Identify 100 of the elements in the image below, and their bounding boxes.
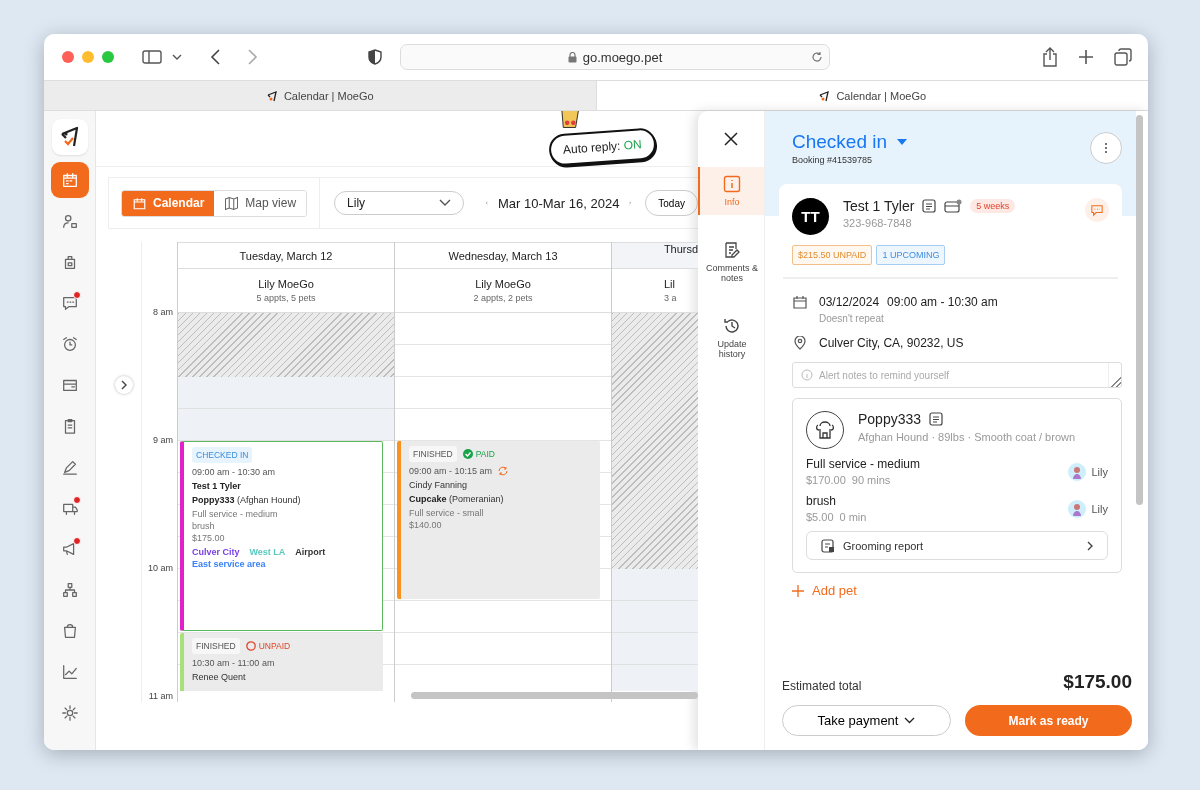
pet-name[interactable]: Poppy333 (858, 411, 922, 427)
chat-icon (1091, 203, 1103, 217)
hour-label: 11 am (148, 691, 173, 701)
status-tag: FINISHED (409, 446, 457, 462)
service-name: Full service - small (409, 508, 485, 518)
client-tag: $215.50 UNPAID (792, 245, 873, 265)
staff-name: Lily MoeGo (258, 278, 314, 290)
check-circle-icon (462, 449, 473, 459)
chevron-down-icon[interactable] (172, 53, 182, 61)
circle-icon (245, 641, 256, 651)
hour-label: 9 am (153, 435, 173, 445)
message-button[interactable] (1085, 198, 1109, 222)
booking-number: Booking #41539785 (792, 155, 874, 165)
close-window-button[interactable] (62, 51, 74, 63)
sidebar-item[interactable] (50, 162, 89, 198)
panel-tab[interactable]: Update history (698, 309, 764, 367)
appointment-time: 10:30 am - 11:00 am (192, 658, 275, 668)
chart-icon (60, 663, 79, 681)
service-price: $5.00 (806, 511, 834, 523)
reload-icon[interactable] (811, 51, 823, 63)
client-avatar: TT (792, 198, 829, 235)
service-name: Full service - medium (192, 509, 279, 519)
appointment-time: 09:00 am - 10:15 am (409, 466, 493, 476)
scrollbar-thumb[interactable] (1136, 115, 1143, 505)
calendar-icon (793, 295, 807, 309)
appointment-summary: 3 a (664, 293, 677, 303)
share-icon[interactable] (1042, 47, 1058, 67)
day-header[interactable]: Wednesday, March 13 (448, 249, 558, 262)
appointment-price: $140.00 (409, 520, 443, 530)
day-header[interactable]: Thursd (663, 243, 698, 255)
alert-notes-field[interactable]: Alert notes to remind yourself (792, 362, 1122, 388)
browser-tab[interactable]: Calendar | MoeGo (44, 80, 596, 110)
resize-handle[interactable] (1108, 363, 1121, 387)
shield-icon[interactable] (368, 49, 382, 65)
staff-name: Lily (1091, 502, 1108, 515)
logo-icon[interactable] (51, 119, 88, 155)
appointment-price: $175.00 (192, 533, 226, 543)
info-icon (723, 175, 741, 193)
back-icon[interactable] (210, 49, 222, 65)
today-button[interactable]: Today (645, 190, 698, 216)
appointment-time: 09:00 am - 10:30 am (192, 467, 276, 477)
appointment-card[interactable]: FINISHED PAID 09:00 am - 10:15 am Cindy Fanning Cupcake (Pomeranian) Full service - small $140.00 (397, 441, 600, 599)
credit-card-icon[interactable] (944, 199, 963, 213)
appointment-summary: 2 appts, 2 pets (473, 293, 533, 303)
sidebar-toggle-icon[interactable] (142, 49, 162, 65)
service-name: brush (806, 494, 838, 508)
appointment-card[interactable]: CHECKED IN 09:00 am - 10:30 am Test 1 Tyler Poppy333 (Afghan Hound) Full service - medium brush $175.00 Culver City West LA Airport East service area (180, 441, 383, 631)
browser-tab[interactable]: Calendar | MoeGo (595, 80, 1148, 110)
service-area: Airport (295, 547, 326, 557)
tabs-overview-icon[interactable] (1114, 48, 1132, 66)
status-tag: CHECKED IN (192, 447, 253, 463)
date-range: Mar 10-Mar 16, 2024 (497, 195, 620, 211)
new-tab-icon[interactable] (1078, 49, 1094, 65)
lock-icon (567, 51, 577, 63)
calendar-icon (60, 171, 79, 189)
scrollbar-thumb[interactable] (411, 692, 698, 699)
service-name: brush (192, 521, 216, 531)
chevron-right-icon (1087, 540, 1093, 551)
chevron-down-icon (904, 717, 916, 724)
appointment-address: Culver City, CA, 90232, US (819, 336, 964, 350)
favicon-icon (265, 89, 278, 102)
caret-icon (897, 138, 908, 146)
info-icon (801, 369, 813, 381)
panel-tab[interactable]: Comments & notes (698, 233, 764, 291)
status-dropdown[interactable]: Checked in (792, 131, 908, 153)
note-icon[interactable] (929, 412, 944, 426)
total-label: Estimated total (782, 679, 862, 693)
history-icon (723, 317, 741, 335)
alarm-icon (60, 335, 79, 353)
service-area: Culver City (192, 547, 240, 557)
network-icon (60, 581, 79, 599)
hour-label: 10 am (148, 563, 173, 573)
chevron-down-icon (439, 199, 452, 207)
day-header[interactable]: Tuesday, March 12 (239, 249, 333, 262)
favicon-icon (818, 89, 831, 102)
address-bar[interactable]: go.moego.pet (400, 44, 830, 70)
note-icon[interactable] (922, 199, 937, 213)
staff-name: Lily (1091, 465, 1108, 478)
expand-handle[interactable] (115, 376, 133, 394)
service-price: $170.00 (806, 474, 846, 486)
appointment-time: 09:00 am - 10:30 am (887, 295, 998, 309)
plus-icon (792, 584, 804, 597)
visit-frequency-tag: 5 weeks (970, 199, 1016, 213)
repeat-setting: Doesn't repeat (819, 313, 885, 324)
appointment-date: 03/12/2024 (819, 295, 880, 309)
client-tag: 1 UPCOMING (876, 245, 946, 265)
status-tag: FINISHED (192, 638, 240, 654)
take-payment-button[interactable]: Take payment (782, 705, 951, 736)
close-icon (724, 132, 738, 146)
client-name[interactable]: Test 1 Tyler (843, 198, 915, 214)
more-icon (1104, 142, 1108, 154)
auto-reply-toggle[interactable]: Auto reply: ON (548, 127, 657, 167)
appointment-card[interactable]: FINISHED UNPAID 10:30 am - 11:00 am Renee Quent (180, 633, 383, 691)
map-icon (224, 195, 240, 211)
grooming-report-button[interactable]: Grooming report (806, 531, 1108, 560)
staff-name: Lily MoeGo (475, 278, 531, 290)
staff-avatar (1068, 499, 1087, 518)
pet-details: Afghan Hound · 89lbs · Smooth coat / brown (858, 430, 1076, 444)
service-area: West LA (249, 547, 286, 557)
forward-icon[interactable] (246, 49, 258, 65)
